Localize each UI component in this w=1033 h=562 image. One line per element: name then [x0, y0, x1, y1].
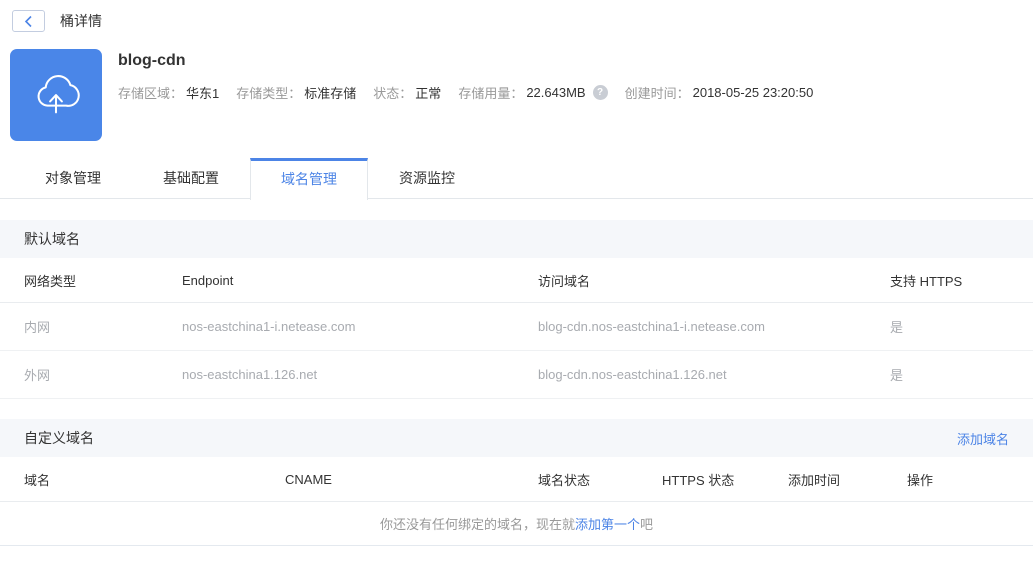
info-label: 存储类型：	[236, 86, 302, 101]
page-title: 桶详情	[60, 13, 102, 29]
bucket-header: blog-cdn 存储区域： 华东1 存储类型： 标准存储 状态： 正常 存储用量： 22.6…	[0, 32, 1033, 141]
column-header: 访问域名	[538, 273, 591, 289]
cell: nos-eastchina1-i.netease.com	[182, 319, 356, 334]
cell: blog-cdn.nos-eastchina1.126.net	[538, 367, 727, 382]
custom-domains-table: 域名 CNAME 域名状态 HTTPS 状态 添加时间 操作	[0, 457, 1033, 502]
default-domains-section-header: 默认域名	[0, 220, 1033, 258]
info-value: 华东1	[186, 86, 220, 101]
cloud-upload-icon	[29, 66, 83, 125]
tab-domain-management[interactable]: 域名管理	[250, 158, 368, 200]
back-button[interactable]	[12, 10, 45, 32]
table-header-row: 域名 CNAME 域名状态 HTTPS 状态 添加时间 操作	[0, 457, 1033, 502]
tab-basic-config[interactable]: 基础配置	[132, 158, 250, 198]
empty-text-suffix: 吧	[640, 517, 654, 532]
info-item: 存储用量： 22.643MB?	[458, 83, 608, 102]
cell: blog-cdn.nos-eastchina1-i.netease.com	[538, 319, 765, 334]
info-value: 标准存储	[304, 86, 357, 101]
info-label: 创建时间：	[624, 86, 690, 101]
info-item: 状态： 正常	[373, 83, 441, 102]
info-item: 创建时间： 2018-05-25 23:20:50	[625, 83, 814, 102]
tab-bar: 对象管理 基础配置 域名管理 资源监控	[0, 158, 1033, 200]
tab-resource-monitor[interactable]: 资源监控	[368, 158, 486, 198]
section-title: 默认域名	[24, 231, 80, 247]
info-value: 正常	[415, 86, 442, 101]
info-value: 2018-05-25 23:20:50	[692, 85, 814, 100]
column-header: 域名状态	[538, 472, 591, 488]
info-item: 存储区域： 华东1	[118, 83, 219, 102]
info-label: 存储用量：	[458, 86, 524, 101]
cell: 外网	[24, 368, 51, 383]
question-circle-icon[interactable]: ?	[592, 85, 608, 100]
table-row: 内网 nos-eastchina1-i.netease.com blog-cdn.n…	[0, 303, 1033, 351]
custom-domains-section-header: 自定义域名 添加域名	[0, 419, 1033, 457]
info-label: 状态：	[373, 86, 413, 101]
chevron-left-icon	[24, 15, 33, 28]
bucket-meta: blog-cdn 存储区域： 华东1 存储类型： 标准存储 状态： 正常 存储用量： 22.6…	[118, 49, 830, 141]
add-domain-link[interactable]: 添加域名	[957, 429, 1009, 448]
cell: 是	[890, 368, 904, 383]
column-header: HTTPS 状态	[662, 472, 735, 488]
info-label: 存储区域：	[118, 86, 184, 101]
default-domains-table: 网络类型 Endpoint 访问域名 支持 HTTPS 内网 nos-eastchina1…	[0, 258, 1033, 399]
info-item: 存储类型： 标准存储	[236, 83, 356, 102]
table-row: 外网 nos-eastchina1.126.net blog-cdn.nos-eas…	[0, 351, 1033, 399]
empty-state: 你还没有任何绑定的域名，现在就 添加第一个吧	[0, 502, 1033, 546]
bucket-avatar	[10, 49, 102, 141]
info-value: 22.643MB	[526, 85, 586, 100]
column-header: 支持 HTTPS	[890, 273, 963, 289]
tab-object-management[interactable]: 对象管理	[14, 158, 132, 198]
cell: nos-eastchina1.126.net	[182, 367, 318, 382]
bucket-name: blog-cdn	[118, 52, 186, 69]
column-header: 操作	[907, 472, 934, 488]
section-title: 自定义域名	[24, 430, 94, 446]
empty-text-prefix: 你还没有任何绑定的域名，现在就	[379, 517, 575, 532]
cell: 内网	[24, 320, 51, 335]
add-first-domain-link[interactable]: 添加第一个	[575, 514, 640, 533]
cell: 是	[890, 320, 904, 335]
column-header: 添加时间	[788, 472, 841, 488]
bucket-info: 存储区域： 华东1 存储类型： 标准存储 状态： 正常 存储用量： 22.643MB? 创建时间…	[118, 83, 830, 102]
column-header: 网络类型	[24, 273, 77, 289]
column-header: Endpoint	[182, 272, 234, 288]
top-bar: 桶详情	[0, 0, 1033, 32]
table-header-row: 网络类型 Endpoint 访问域名 支持 HTTPS	[0, 258, 1033, 303]
column-header: 域名	[24, 472, 51, 488]
column-header: CNAME	[285, 471, 332, 487]
